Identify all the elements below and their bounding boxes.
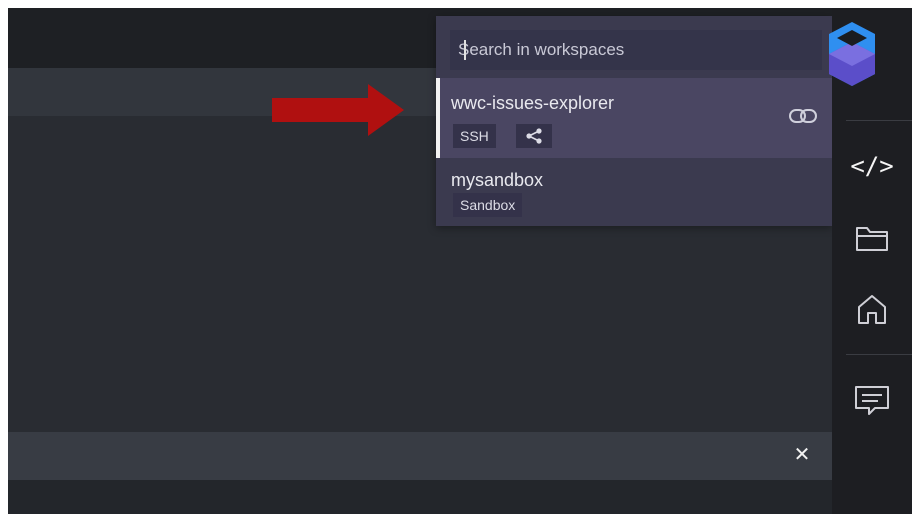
red-arrow-icon (272, 84, 404, 136)
workspace-item[interactable]: wwc-issues-explorer SSH (436, 78, 832, 158)
sandbox-tag[interactable]: Sandbox (453, 193, 523, 217)
workspace-name: mysandbox (451, 170, 544, 190)
bottom-panel-header: ✕ (8, 432, 832, 480)
code-icon: </> (850, 152, 894, 180)
workspace-dropdown: wwc-issues-explorer SSH mysandbox Sandbo… (436, 16, 832, 226)
folder-button[interactable] (832, 214, 912, 262)
share-tag[interactable] (516, 124, 552, 148)
feedback-button[interactable] (832, 378, 912, 426)
bottom-panel-body (8, 480, 832, 514)
cube-logo-icon (829, 22, 875, 86)
chat-icon (855, 386, 889, 415)
selected-indicator (436, 78, 440, 158)
search-box (450, 30, 822, 70)
folder-icon (856, 227, 888, 251)
home-button[interactable] (832, 284, 912, 336)
app-logo[interactable] (829, 22, 912, 92)
text-cursor (464, 40, 466, 60)
code-button[interactable]: </> (832, 142, 912, 190)
divider (846, 354, 912, 355)
divider (846, 120, 912, 121)
workspace-item[interactable]: mysandbox Sandbox (436, 158, 832, 226)
ssh-tag[interactable]: SSH (453, 124, 496, 148)
activity-bar: </> (829, 8, 912, 514)
search-input[interactable] (458, 30, 808, 70)
share-icon (526, 128, 542, 144)
app-window: ✕ wwc-issues-explorer SSH (8, 8, 912, 514)
home-icon (858, 295, 886, 324)
link-icon[interactable] (788, 106, 818, 126)
close-panel-button[interactable]: ✕ (792, 445, 812, 465)
workspace-name: wwc-issues-explorer (451, 93, 615, 113)
